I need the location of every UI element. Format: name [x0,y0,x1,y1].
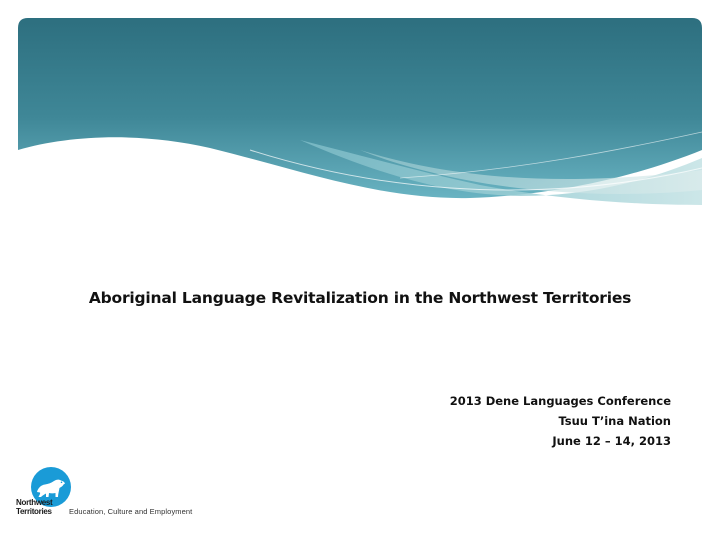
slide-title: Aboriginal Language Revitalization in th… [88,289,632,307]
conference-info: 2013 Dene Languages Conference Tsuu T’in… [450,391,671,451]
conference-location: Tsuu T’ina Nation [558,414,671,428]
nwt-logo: Northwest Territories Education, Culture… [16,466,216,518]
header-wave-band [18,18,703,205]
conference-event: 2013 Dene Languages Conference [449,394,671,408]
conference-dates: June 12 – 14, 2013 [552,434,671,448]
logo-department: Education, Culture and Employment [69,507,193,516]
slide: Aboriginal Language Revitalization in th… [0,0,720,540]
logo-wordmark: Northwest Territories [16,498,53,516]
